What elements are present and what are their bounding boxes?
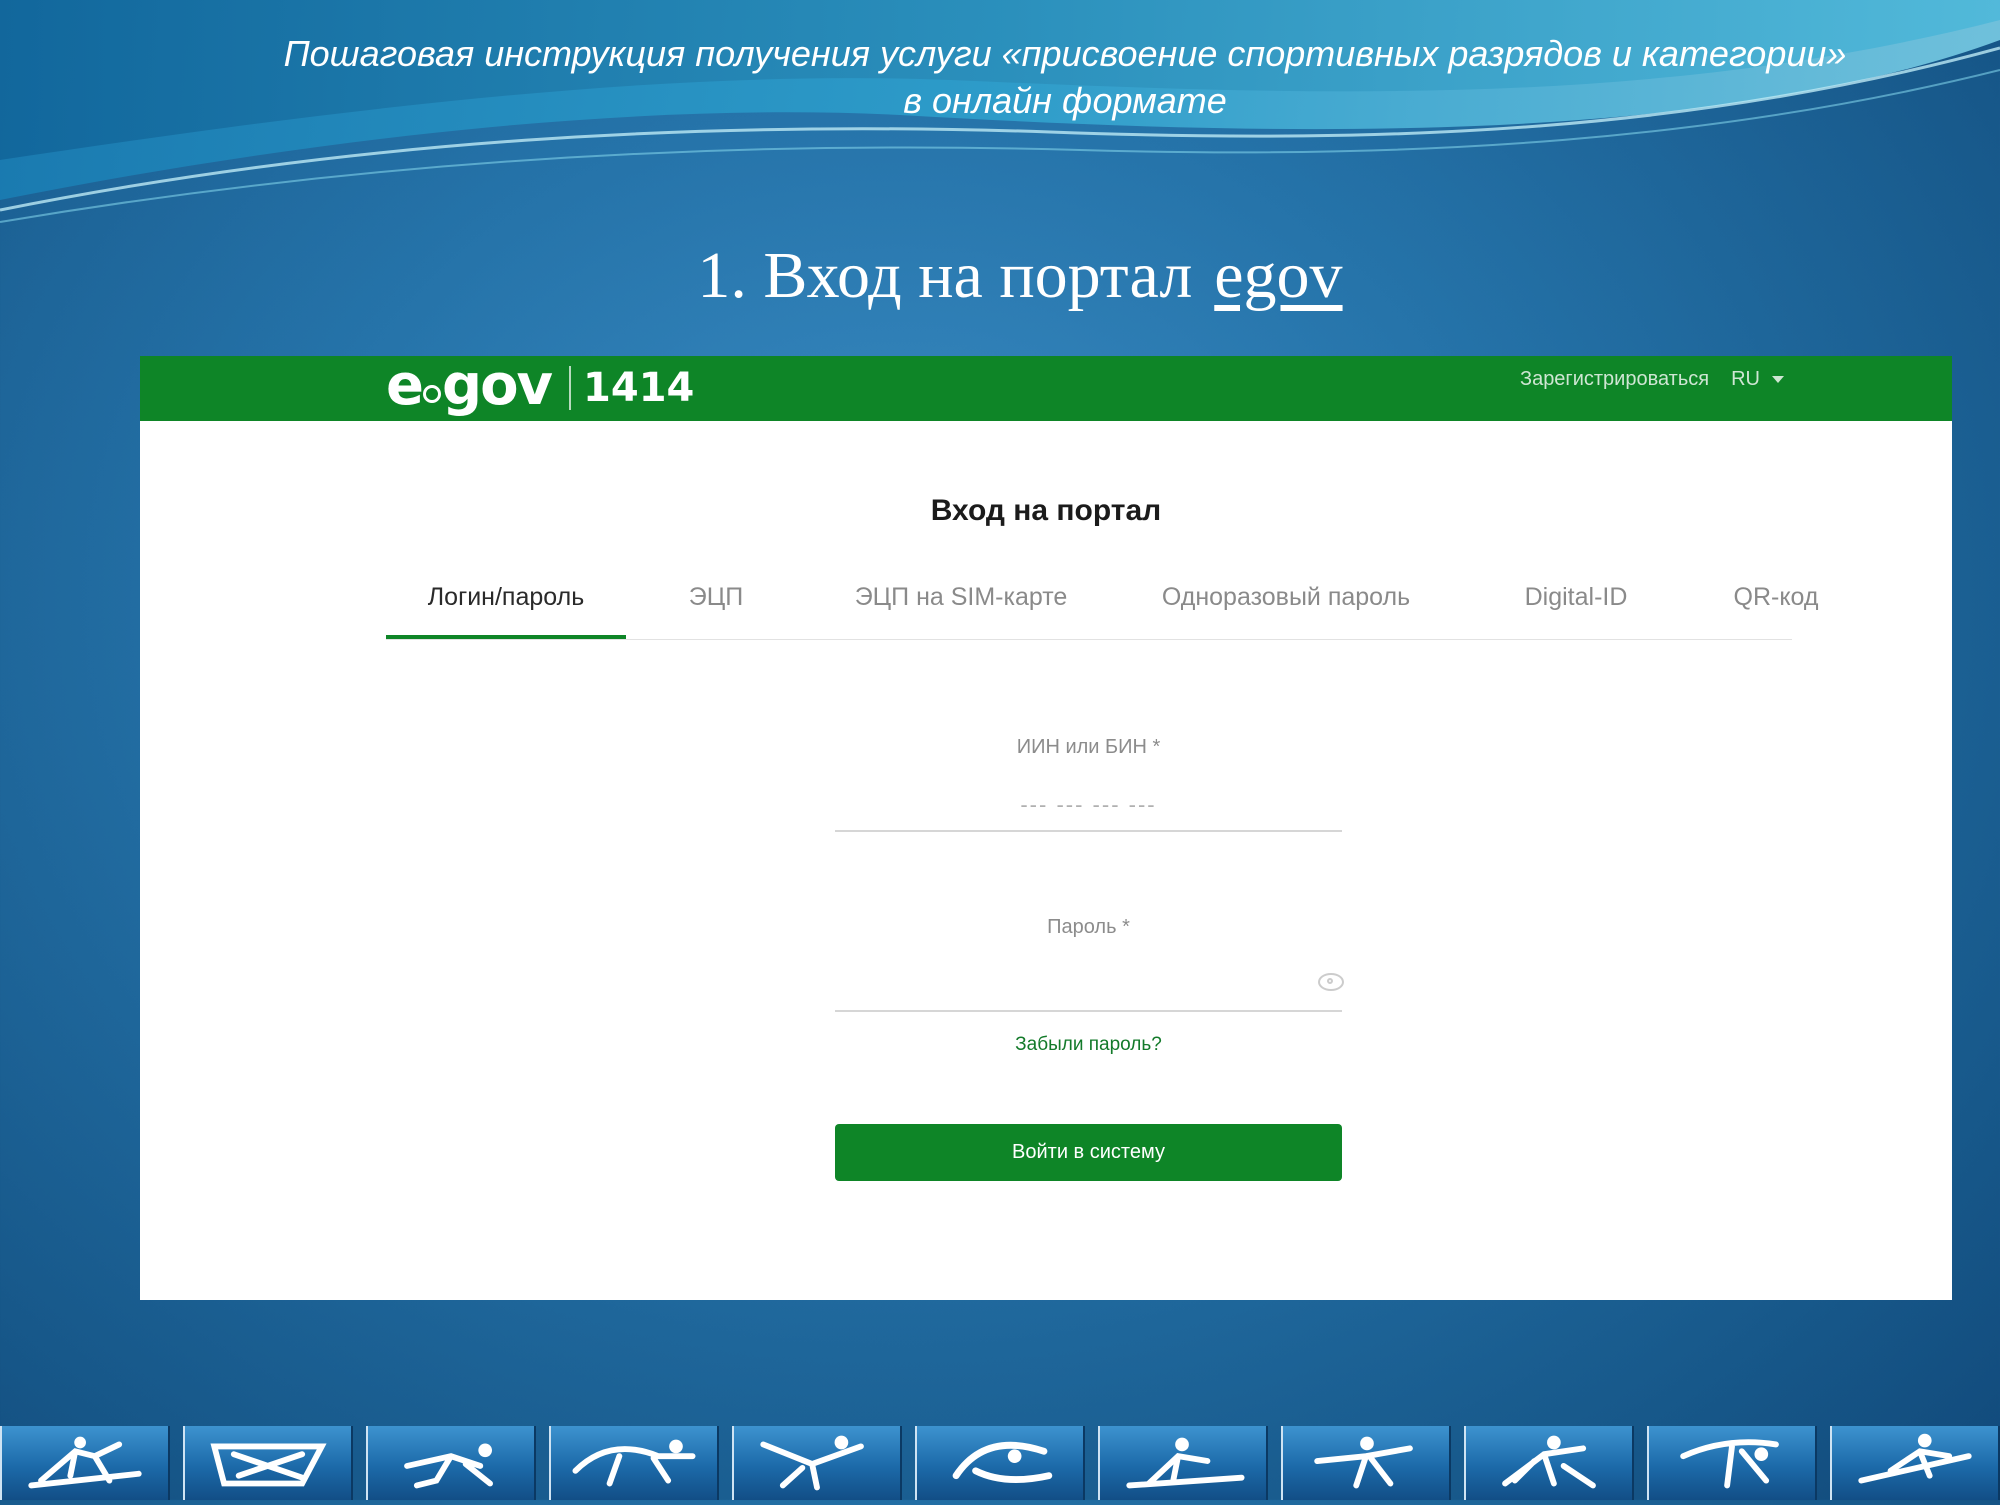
tab-digital-id[interactable]: Digital-ID xyxy=(1476,566,1676,639)
tab-qr-code[interactable]: QR-код xyxy=(1686,566,1866,639)
ice-hockey-icon xyxy=(549,1426,719,1500)
skiing-icon xyxy=(1098,1426,1268,1500)
portal-header: e gov 1414 Зарегистрироваться RU xyxy=(140,353,1952,421)
snowboard-icon xyxy=(1281,1426,1451,1500)
forgot-password-link[interactable]: Забыли пароль? xyxy=(835,1034,1342,1056)
egov-logo[interactable]: e gov 1414 xyxy=(386,350,694,420)
login-button[interactable]: Войти в систему xyxy=(835,1124,1342,1181)
sports-footer-strip xyxy=(0,1426,2000,1500)
luge-icon xyxy=(183,1426,353,1500)
ski-jumping-icon xyxy=(732,1426,902,1500)
tab-eds[interactable]: ЭЦП xyxy=(656,566,776,639)
logo-gov-letters: gov xyxy=(441,352,553,418)
logo-number: 1414 xyxy=(583,365,695,411)
tab-one-time-password[interactable]: Одноразовый пароль xyxy=(1136,566,1436,639)
eye-icon[interactable] xyxy=(1318,973,1344,991)
register-link[interactable]: Зарегистрироваться xyxy=(1520,368,1709,391)
cross-country-skiing-icon xyxy=(0,1426,170,1500)
iin-label: ИИН или БИН * xyxy=(1016,736,1161,758)
login-method-tabs: Логин/пароль ЭЦП ЭЦП на SIM-карте Однора… xyxy=(386,566,1819,640)
password-label: Пароль * xyxy=(1047,916,1130,938)
logo-divider xyxy=(569,366,572,410)
step-title-text: 1. Вход на портал xyxy=(697,239,1193,312)
login-title: Вход на портал xyxy=(930,494,1162,527)
language-selector[interactable]: RU xyxy=(1731,368,1784,391)
chevron-down-icon xyxy=(1772,376,1784,383)
iin-input[interactable] xyxy=(835,780,1342,832)
portal-screenshot: e gov 1414 Зарегистрироваться RU Вход на… xyxy=(140,353,1952,1300)
alpine-skiing-icon xyxy=(1830,1426,2000,1500)
step-title: 1. Вход на портал egov xyxy=(0,238,2000,314)
slide-header: Пошаговая инструкция получения услуги «п… xyxy=(283,33,1847,121)
language-label: RU xyxy=(1731,368,1760,390)
figure-skating-icon xyxy=(915,1426,1085,1500)
logo-dot-icon xyxy=(422,385,441,403)
header-actions: Зарегистрироваться RU xyxy=(1520,368,1784,391)
egov-link[interactable]: egov xyxy=(1214,239,1342,312)
logo-e-letter: e xyxy=(386,352,424,418)
biathlon-icon xyxy=(1464,1426,1634,1500)
tab-eds-sim[interactable]: ЭЦП на SIM-карте xyxy=(836,566,1086,639)
freestyle-icon xyxy=(1647,1426,1817,1500)
password-input[interactable] xyxy=(835,960,1342,1012)
tab-login-password[interactable]: Логин/пароль xyxy=(386,566,626,639)
speed-skating-icon xyxy=(366,1426,536,1500)
